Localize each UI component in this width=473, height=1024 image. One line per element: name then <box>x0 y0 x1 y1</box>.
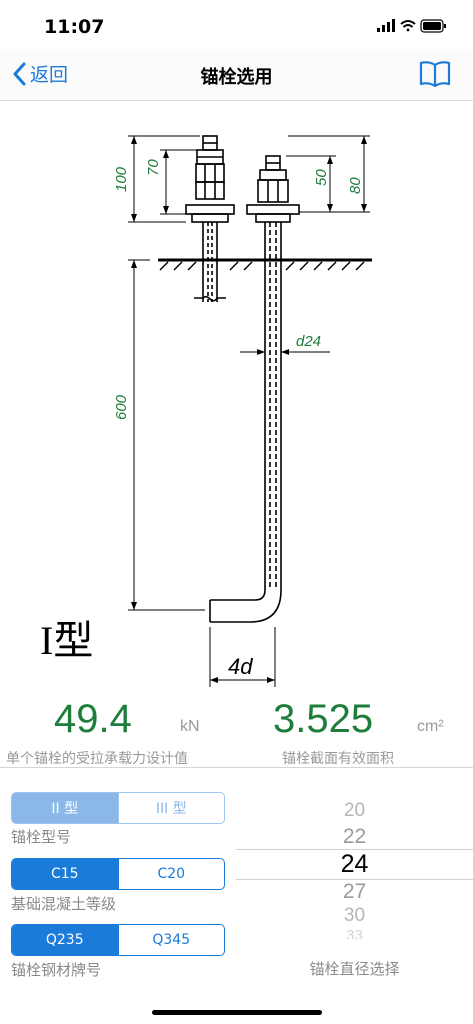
capacity-caption: 单个锚栓的受拉承载力设计值 <box>6 751 188 767</box>
model-segment: II 型 III 型 <box>11 792 225 824</box>
dimension-arrows <box>131 136 367 683</box>
page-title: 锚栓选用 <box>200 67 273 88</box>
steel-option-q235[interactable]: Q235 <box>12 925 118 955</box>
model-option-2[interactable]: II 型 <box>12 793 118 823</box>
capacity-unit: kN <box>180 718 200 735</box>
dim-4d-label: 4d <box>228 654 253 679</box>
picker-item[interactable]: 33 <box>236 927 473 939</box>
concrete-label: 基础混凝土等级 <box>11 895 117 913</box>
concrete-segment: C15 C20 <box>11 858 225 890</box>
picker-item[interactable]: 30 <box>236 905 473 927</box>
dim-600-label: 600 <box>113 394 130 420</box>
type-label: I型 <box>40 618 93 663</box>
wifi-icon <box>400 20 416 32</box>
book-button[interactable] <box>419 60 451 92</box>
capacity-number: 49.4 <box>54 697 132 741</box>
area-number: 3.525 <box>273 697 374 741</box>
concrete-option-c15[interactable]: C15 <box>12 859 118 889</box>
picker-item[interactable]: 22 <box>236 825 473 849</box>
dimension-lines <box>128 135 370 687</box>
anchor-bolt-drawing: 100 70 50 80 600 d24 4d I型 <box>40 135 372 687</box>
book-icon <box>419 61 451 88</box>
dim-50-label: 50 <box>313 169 330 186</box>
dim-70-label: 70 <box>145 159 162 176</box>
status-icons <box>377 18 447 37</box>
area-caption: 锚栓截面有效面积 <box>282 751 394 767</box>
divider <box>0 767 473 768</box>
status-time: 11:07 <box>44 16 105 38</box>
picker-item[interactable]: 27 <box>236 880 473 904</box>
picker-selected-item[interactable]: 24 <box>236 850 473 879</box>
status-bar: 11:07 <box>0 0 473 50</box>
model-label: 锚栓型号 <box>11 828 72 846</box>
diameter-picker[interactable]: 20 22 24 27 30 33 <box>236 790 473 940</box>
dim-100-label: 100 <box>113 166 130 192</box>
model-option-3[interactable]: III 型 <box>117 793 225 823</box>
steel-option-q345[interactable]: Q345 <box>117 925 225 955</box>
cellular-signal-icon <box>377 19 395 32</box>
picker-label: 锚栓直径选择 <box>309 960 400 978</box>
battery-icon <box>420 19 446 33</box>
dim-d24-label: d24 <box>296 333 321 350</box>
concrete-option-c20[interactable]: C20 <box>117 859 225 889</box>
steel-segment: Q235 Q345 <box>11 924 225 956</box>
home-indicator <box>152 1010 322 1015</box>
picker-item[interactable]: 20 <box>236 800 473 822</box>
steel-label: 锚栓钢材牌号 <box>11 961 102 979</box>
navigation-bar: 返回 锚栓选用 <box>0 50 473 101</box>
left-bolt <box>185 135 235 302</box>
area-unit: cm² <box>417 718 444 735</box>
dim-80-label: 80 <box>347 177 364 194</box>
right-bolt <box>209 155 300 623</box>
